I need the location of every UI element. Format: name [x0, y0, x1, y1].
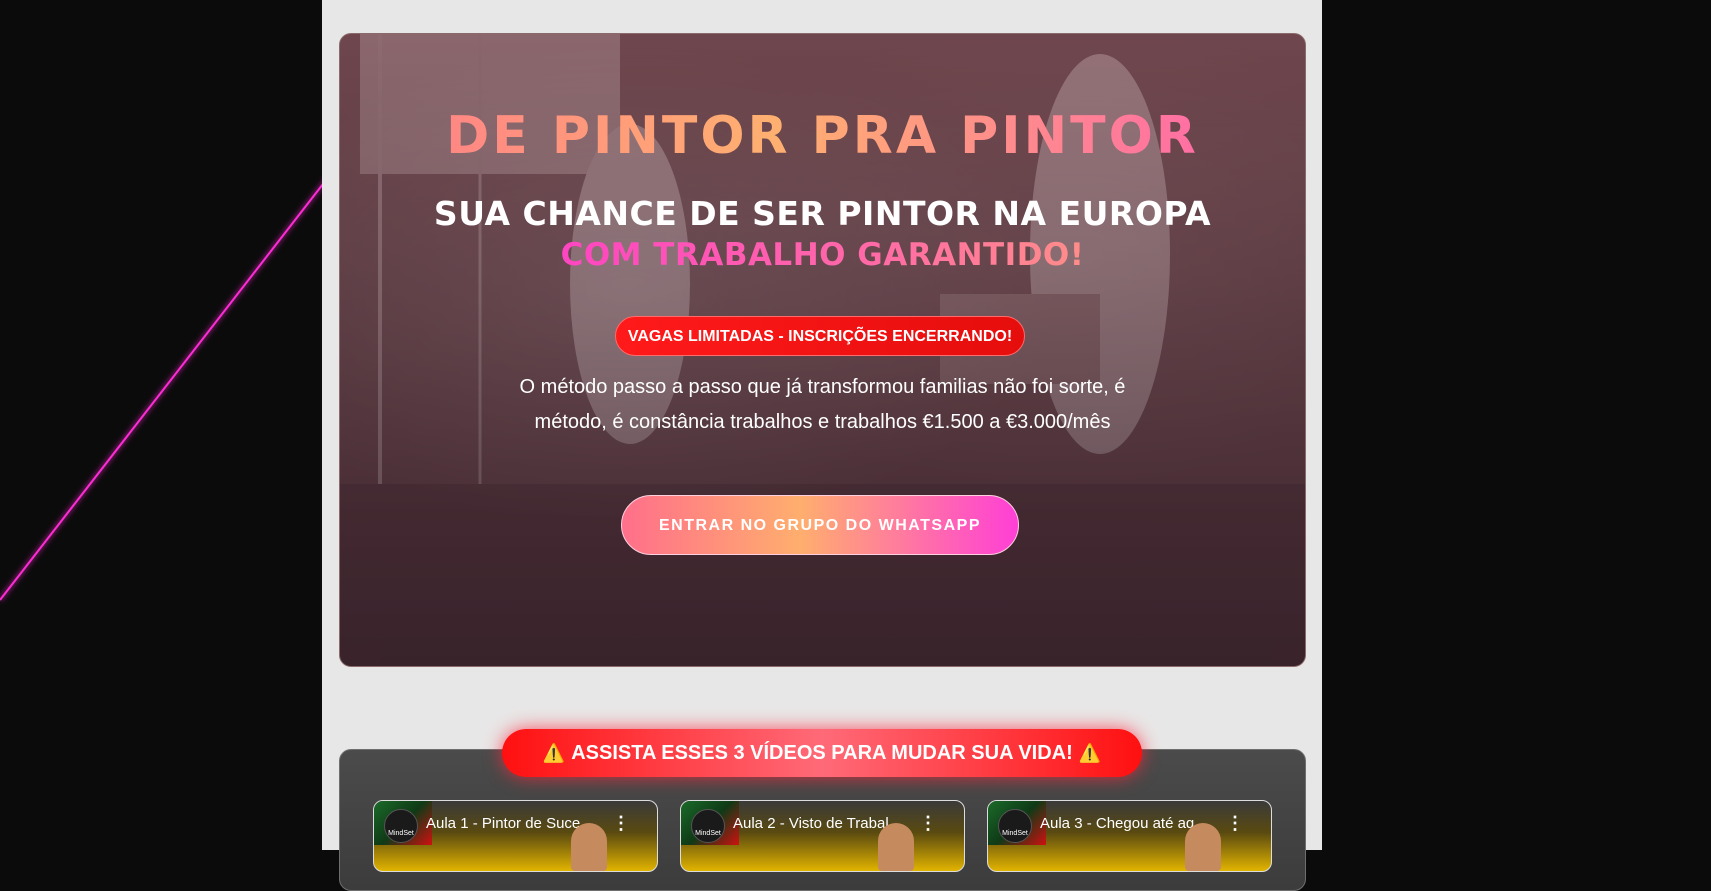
- thumbnail-person: [571, 823, 607, 871]
- channel-avatar[interactable]: MindSet: [384, 809, 418, 843]
- neon-line-decoration: [0, 174, 330, 601]
- hero-title: DE PINTOR PRA PINTOR: [340, 106, 1305, 166]
- hero-subtitle-line2: COM TRABALHO GARANTIDO!: [340, 237, 1305, 273]
- video-card-1[interactable]: MindSet Aula 1 - Pintor de Sucess... ⋮: [373, 800, 658, 872]
- videos-banner: ⚠️ ASSISTA ESSES 3 VÍDEOS PARA MUDAR SUA …: [502, 729, 1142, 777]
- channel-avatar[interactable]: MindSet: [998, 809, 1032, 843]
- limited-spots-badge: VAGAS LIMITADAS - INSCRIÇÕES ENCERRANDO!: [615, 316, 1025, 356]
- whatsapp-group-button[interactable]: ENTRAR NO GRUPO DO WHATSAPP: [621, 495, 1019, 555]
- videos-banner-text: ASSISTA ESSES 3 VÍDEOS PARA MUDAR SUA VI…: [571, 742, 1073, 764]
- more-options-icon[interactable]: ⋮: [612, 813, 630, 834]
- hero-section: DE PINTOR PRA PINTOR SUA CHANCE DE SER P…: [339, 33, 1306, 667]
- more-options-icon[interactable]: ⋮: [1226, 813, 1244, 834]
- channel-avatar[interactable]: MindSet: [691, 809, 725, 843]
- video-card-2[interactable]: MindSet Aula 2 - Visto de Trabalh... ⋮: [680, 800, 965, 872]
- thumbnail-person: [1185, 823, 1221, 871]
- warning-icon: ⚠️: [542, 743, 566, 763]
- hero-description: O método passo a passo que já transformo…: [519, 376, 1126, 433]
- page-column: DE PINTOR PRA PINTOR SUA CHANCE DE SER P…: [322, 0, 1322, 891]
- warning-icon: ⚠️: [1078, 743, 1102, 763]
- thumbnail-person: [878, 823, 914, 871]
- more-options-icon[interactable]: ⋮: [919, 813, 937, 834]
- hero-subtitle-line1: SUA CHANCE DE SER PINTOR NA EUROPA: [433, 194, 1212, 233]
- hero-content: DE PINTOR PRA PINTOR SUA CHANCE DE SER P…: [340, 34, 1305, 666]
- video-card-3[interactable]: MindSet Aula 3 - Chegou até aqui... ⋮: [987, 800, 1272, 872]
